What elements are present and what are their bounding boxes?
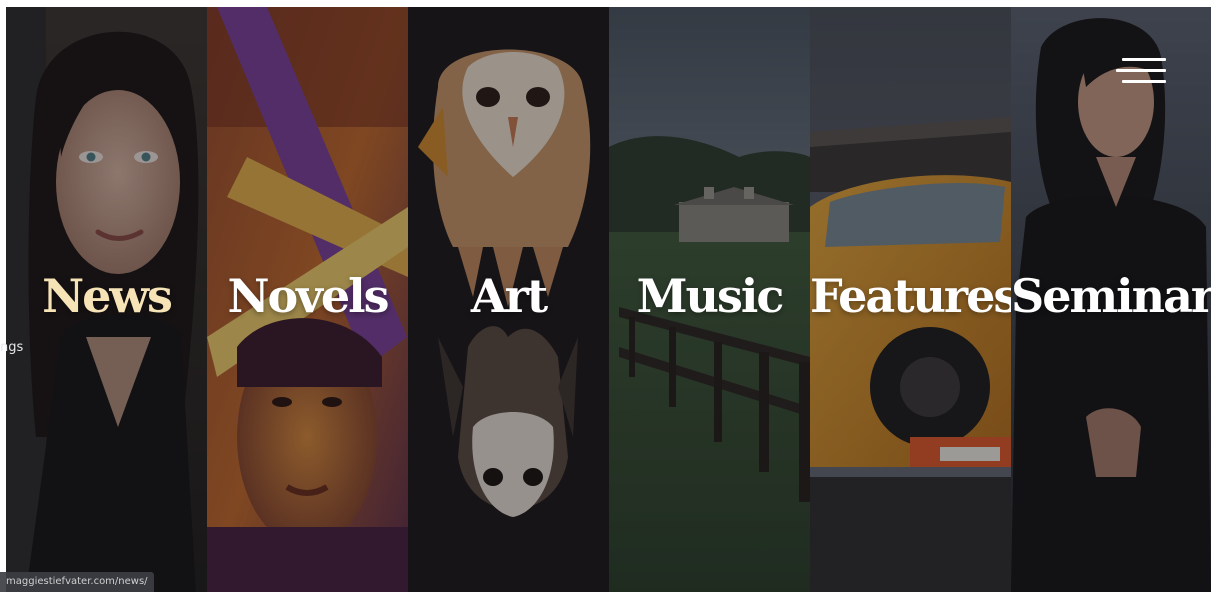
- panel-label-music[interactable]: Music: [609, 269, 810, 323]
- hamburger-menu-icon[interactable]: [1116, 52, 1168, 92]
- panel-label-art[interactable]: Art: [408, 269, 609, 323]
- panel-label-news[interactable]: News: [6, 269, 207, 323]
- sidebar-peek-text: ngs: [0, 340, 24, 355]
- panel-art[interactable]: Art: [408, 7, 609, 592]
- panel-features[interactable]: Features: [810, 7, 1011, 592]
- panel-seminar[interactable]: Seminar: [1011, 7, 1211, 592]
- panel-label-features[interactable]: Features: [810, 269, 1011, 323]
- panel-news[interactable]: News: [6, 7, 207, 592]
- panel-label-novels[interactable]: Novels: [207, 269, 408, 323]
- status-bar-url: maggiestiefvater.com/news/: [0, 572, 154, 592]
- menu-line: [1122, 58, 1166, 61]
- menu-line: [1116, 69, 1166, 72]
- category-panels: News Novels Art Music Features Seminar: [6, 7, 1211, 592]
- menu-line: [1122, 80, 1166, 83]
- panel-novels[interactable]: Novels: [207, 7, 408, 592]
- panel-music[interactable]: Music: [609, 7, 810, 592]
- panel-label-seminar[interactable]: Seminar: [1011, 269, 1211, 323]
